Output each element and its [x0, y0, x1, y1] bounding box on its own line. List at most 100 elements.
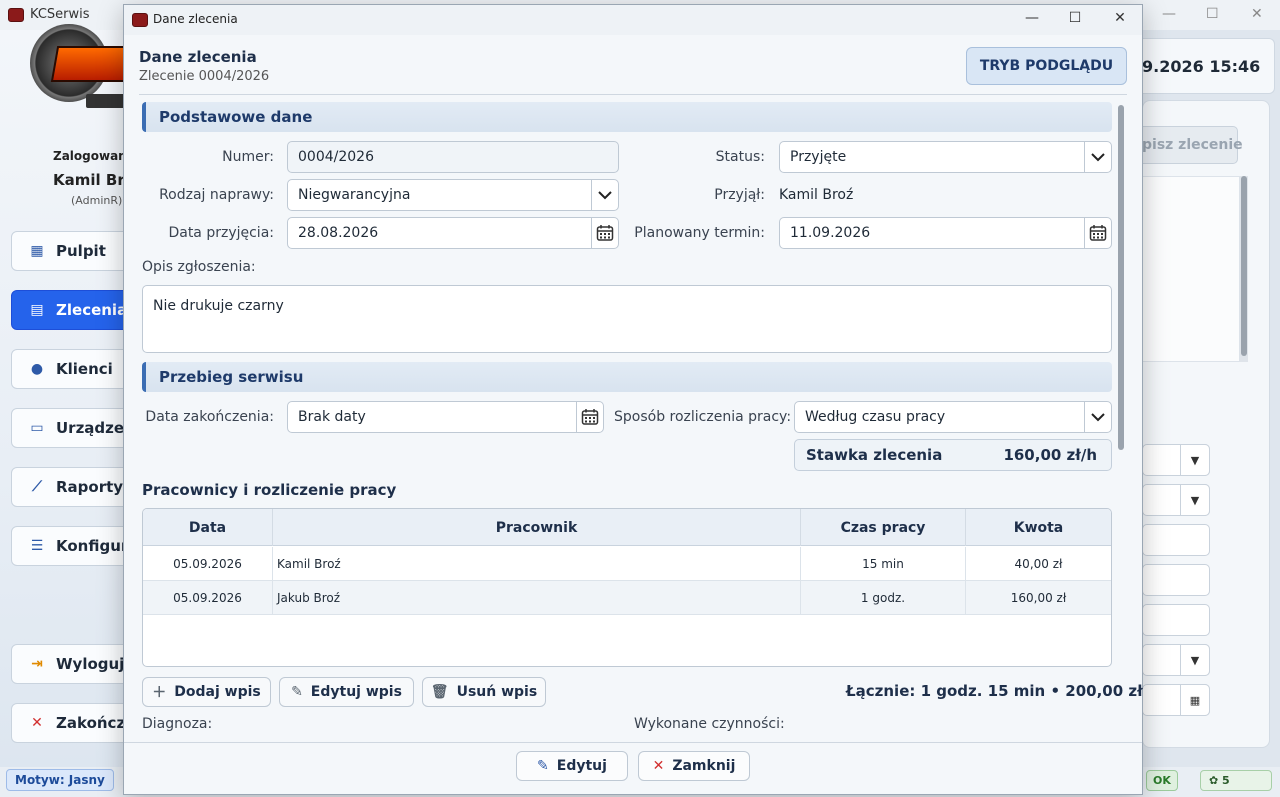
dialog-title: Dane zlecenia	[139, 48, 257, 66]
monitor-icon: ▭	[30, 420, 44, 436]
status-count-badge: ✿ 5	[1200, 770, 1272, 791]
edit-entry-label: Edytuj wpis	[310, 684, 402, 700]
wykonane-czynnosci-label: Wykonane czynności:	[634, 716, 785, 732]
table-header: Data Pracownik Czas pracy Kwota	[143, 509, 1111, 546]
sidebar-item-label: Wyloguj	[56, 655, 125, 673]
calendar-icon[interactable]	[1084, 218, 1111, 248]
close-button[interactable]: ✕ Zamknij	[638, 751, 750, 781]
cell-pracownik: Jakub Broź	[273, 581, 801, 615]
minimize-icon[interactable]: —	[1162, 6, 1176, 22]
planowany-termin-field[interactable]: 11.09.2026	[779, 217, 1112, 249]
planowany-termin-value: 11.09.2026	[790, 225, 871, 241]
dialog-subtitle: Zlecenie 0004/2026	[139, 69, 270, 84]
datetime-display: 9.2026 15:46	[1135, 38, 1275, 94]
theme-badge[interactable]: Motyw: Jasny	[6, 769, 114, 791]
add-entry-label: Dodaj wpis	[174, 684, 261, 700]
delete-entry-button[interactable]: 🗑 Usuń wpis	[422, 677, 546, 707]
chevron-down-icon[interactable]	[1084, 142, 1111, 172]
column-header-data[interactable]: Data	[143, 509, 273, 546]
cell-kwota: 160,00 zł	[1010, 591, 1067, 605]
chevron-down-icon[interactable]	[1084, 402, 1111, 432]
chevron-down-icon[interactable]: ▼	[1180, 484, 1210, 516]
chart-icon: ⟋	[32, 479, 42, 495]
close-icon[interactable]: ✕	[1105, 10, 1135, 30]
cell-data: 05.09.2026	[143, 547, 273, 581]
data-przyjecia-field[interactable]: 28.08.2026	[287, 217, 619, 249]
column-header-kwota[interactable]: Kwota	[966, 509, 1111, 546]
pencil-icon: ✎	[537, 758, 549, 774]
numer-field[interactable]: 0004/2026	[287, 141, 619, 173]
chevron-down-icon[interactable]: ▼	[1180, 644, 1210, 676]
rodzaj-value: Niegwarancyjna	[298, 187, 411, 203]
sidebar-item-label: Zakończ	[56, 714, 126, 732]
data-zakonczenia-field[interactable]: Brak daty	[287, 401, 604, 433]
document-icon: ▤	[30, 302, 44, 318]
sidebar-item-label: Raporty	[56, 478, 124, 496]
header-divider	[139, 94, 1127, 95]
data-przyjecia-label: Data przyjęcia:	[168, 225, 274, 241]
column-header-czas[interactable]: Czas pracy	[801, 509, 966, 546]
app-logo-icon	[132, 13, 148, 27]
edit-entry-button[interactable]: ✎ Edytuj wpis	[279, 677, 414, 707]
cell-data: 05.09.2026	[143, 581, 273, 615]
cell-czas: 1 godz.	[801, 581, 966, 615]
edit-button[interactable]: ✎ Edytuj	[516, 751, 628, 781]
section-service-header: Przebieg serwisu	[142, 362, 1112, 392]
background-scrollbar[interactable]	[1240, 176, 1248, 362]
user-role: (AdminR)	[71, 194, 123, 207]
status-select[interactable]: Przyjęte	[779, 141, 1112, 173]
stawka-label: Stawka zlecenia	[806, 446, 943, 464]
table-row[interactable]: 05.09.2026 Kamil Broź 15 min 40,00 zł	[143, 547, 1111, 581]
opis-textarea[interactable]: Nie drukuje czarny	[142, 285, 1112, 353]
data-przyjecia-value: 28.08.2026	[298, 225, 379, 241]
background-list	[1142, 176, 1240, 362]
cell-pracownik: Kamil Broź	[273, 547, 801, 581]
settings-sliders-icon: ☰	[30, 538, 44, 554]
logout-icon: ⇥	[31, 656, 43, 672]
rodzaj-select[interactable]: Niegwarancyjna	[287, 179, 619, 211]
przyjal-value: Kamil Broź	[779, 187, 854, 203]
users-icon: ●	[30, 361, 44, 377]
close-icon: ✕	[31, 715, 43, 731]
table-row[interactable]: 05.09.2026 Jakub Broź 1 godz. 160,00 zł	[143, 581, 1111, 615]
numer-label: Numer:	[222, 149, 274, 165]
dialog-scrollbar[interactable]	[1118, 105, 1124, 450]
data-zakonczenia-value: Brak daty	[298, 409, 366, 425]
view-mode-button[interactable]: TRYB PODGLĄDU	[966, 47, 1127, 85]
bg-opis-button[interactable]: pisz zlecenie	[1135, 126, 1243, 164]
status-ok-badge: OK	[1146, 770, 1178, 791]
bg-field[interactable]	[1142, 524, 1210, 556]
close-icon[interactable]: ✕	[1251, 6, 1263, 22]
chevron-down-icon[interactable]	[591, 180, 618, 210]
cell-czas: 15 min	[801, 547, 966, 581]
close-icon: ✕	[652, 758, 665, 774]
minimize-icon[interactable]: —	[1017, 10, 1047, 30]
status-value: Przyjęte	[790, 149, 847, 165]
maximize-icon[interactable]: ☐	[1060, 10, 1090, 30]
cell-kwota: 40,00 zł	[1014, 557, 1063, 571]
logged-in-label: Zalogowan	[53, 149, 127, 163]
przyjal-label: Przyjął:	[714, 187, 765, 203]
column-header-pracownik[interactable]: Pracownik	[273, 509, 801, 546]
sposob-rozliczenia-select[interactable]: Według czasu pracy	[794, 401, 1112, 433]
add-entry-button[interactable]: ＋ Dodaj wpis	[142, 677, 271, 707]
bg-field[interactable]	[1142, 564, 1210, 596]
close-button-label: Zamknij	[672, 758, 736, 774]
section-basic-header: Podstawowe dane	[142, 102, 1112, 132]
bg-field[interactable]	[1142, 604, 1210, 636]
dialog-window-title: Dane zlecenia	[153, 12, 238, 26]
calendar-icon[interactable]	[576, 402, 603, 432]
calendar-icon[interactable]	[591, 218, 618, 248]
dialog-titlebar: Dane zlecenia — ☐ ✕	[124, 5, 1142, 35]
trash-icon: 🗑	[430, 684, 449, 700]
app-logo-icon	[8, 8, 24, 22]
calendar-icon[interactable]: ▦	[1180, 684, 1210, 716]
stawka-value: 160,00 zł/h	[1003, 446, 1097, 464]
chevron-down-icon[interactable]: ▼	[1180, 444, 1210, 476]
kc-logo	[28, 20, 146, 108]
sidebar-item-label: Zlecenia	[56, 301, 128, 319]
sidebar-item-label: Pulpit	[56, 242, 106, 260]
total-summary: Łącznie: 1 godz. 15 min • 200,00 zł	[846, 682, 1143, 700]
status-label: Status:	[715, 149, 765, 165]
maximize-icon[interactable]: ☐	[1206, 6, 1219, 22]
